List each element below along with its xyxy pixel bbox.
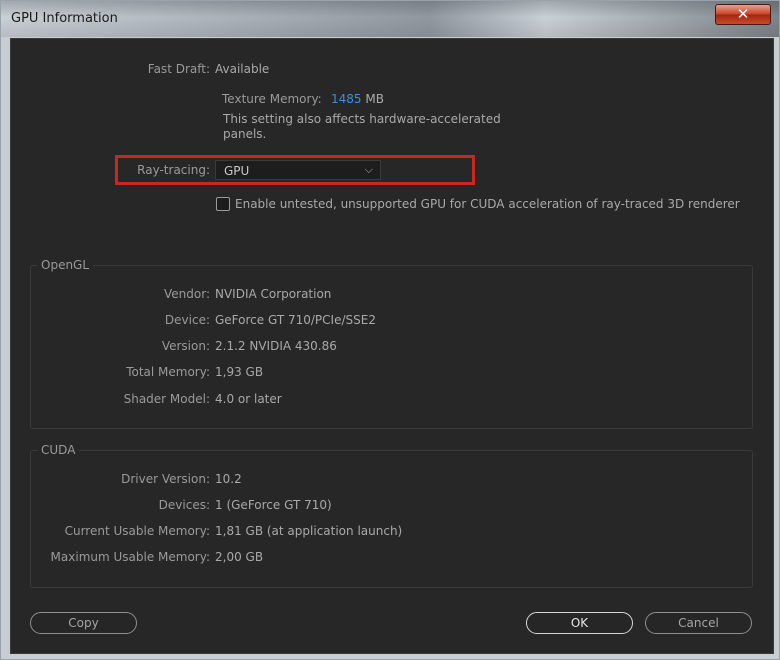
texture-memory-field[interactable]: 1485 MB (331, 92, 384, 106)
enable-untested-gpu-checkbox[interactable] (216, 197, 230, 211)
cuda-driver-version-label: Driver Version: (121, 472, 210, 486)
close-button[interactable]: ✕ (715, 4, 771, 25)
close-icon: ✕ (736, 5, 750, 23)
cuda-group (30, 450, 753, 588)
cuda-group-title: CUDA (37, 443, 80, 457)
texture-memory-label: Texture Memory: (222, 92, 322, 106)
opengl-total-memory-value: 1,93 GB (215, 365, 264, 379)
texture-memory-note-line2: panels. (223, 127, 267, 141)
opengl-version-label: Version: (161, 339, 210, 353)
opengl-version-value: 2.1.2 NVIDIA 430.86 (215, 339, 337, 353)
raytracing-select[interactable]: GPU ⌵ (215, 160, 381, 180)
window-title: GPU Information (11, 11, 118, 26)
opengl-vendor-value: NVIDIA Corporation (215, 287, 332, 301)
texture-memory-unit: MB (365, 92, 384, 106)
ok-button[interactable]: OK (526, 612, 633, 634)
texture-memory-note-line1: This setting also affects hardware-accel… (223, 112, 501, 126)
cuda-current-memory-value: 1,81 GB (at application launch) (215, 524, 403, 538)
opengl-total-memory-label: Total Memory: (126, 365, 210, 379)
opengl-shader-model-label: Shader Model: (123, 392, 210, 406)
fast-draft-label: Fast Draft: (147, 62, 210, 76)
copy-button[interactable]: Copy (30, 612, 137, 634)
gpu-information-dialog: GPU Information ✕ Fast Draft: Available … (0, 0, 780, 660)
chevron-down-icon: ⌵ (364, 163, 373, 176)
opengl-device-label: Device: (164, 313, 210, 327)
raytracing-label: Ray-tracing: (137, 163, 210, 177)
raytracing-selected-value: GPU (224, 164, 250, 178)
cuda-max-memory-value: 2,00 GB (215, 550, 264, 564)
cancel-button[interactable]: Cancel (645, 612, 752, 634)
opengl-vendor-label: Vendor: (164, 287, 210, 301)
opengl-shader-model-value: 4.0 or later (215, 392, 282, 406)
enable-untested-gpu-label[interactable]: Enable untested, unsupported GPU for CUD… (235, 197, 740, 211)
cuda-devices-value: 1 (GeForce GT 710) (215, 498, 332, 512)
cuda-driver-version-value: 10.2 (215, 472, 242, 486)
dialog-content: Fast Draft: Available Texture Memory: 14… (10, 38, 774, 654)
opengl-device-value: GeForce GT 710/PCIe/SSE2 (215, 313, 376, 327)
cuda-current-memory-label: Current Usable Memory: (64, 524, 210, 538)
cuda-devices-label: Devices: (158, 498, 210, 512)
fast-draft-value: Available (215, 62, 270, 76)
cuda-max-memory-label: Maximum Usable Memory: (50, 550, 210, 564)
title-bar[interactable]: GPU Information ✕ (1, 1, 779, 37)
texture-memory-value[interactable]: 1485 (331, 92, 362, 106)
opengl-group-title: OpenGL (37, 258, 94, 272)
